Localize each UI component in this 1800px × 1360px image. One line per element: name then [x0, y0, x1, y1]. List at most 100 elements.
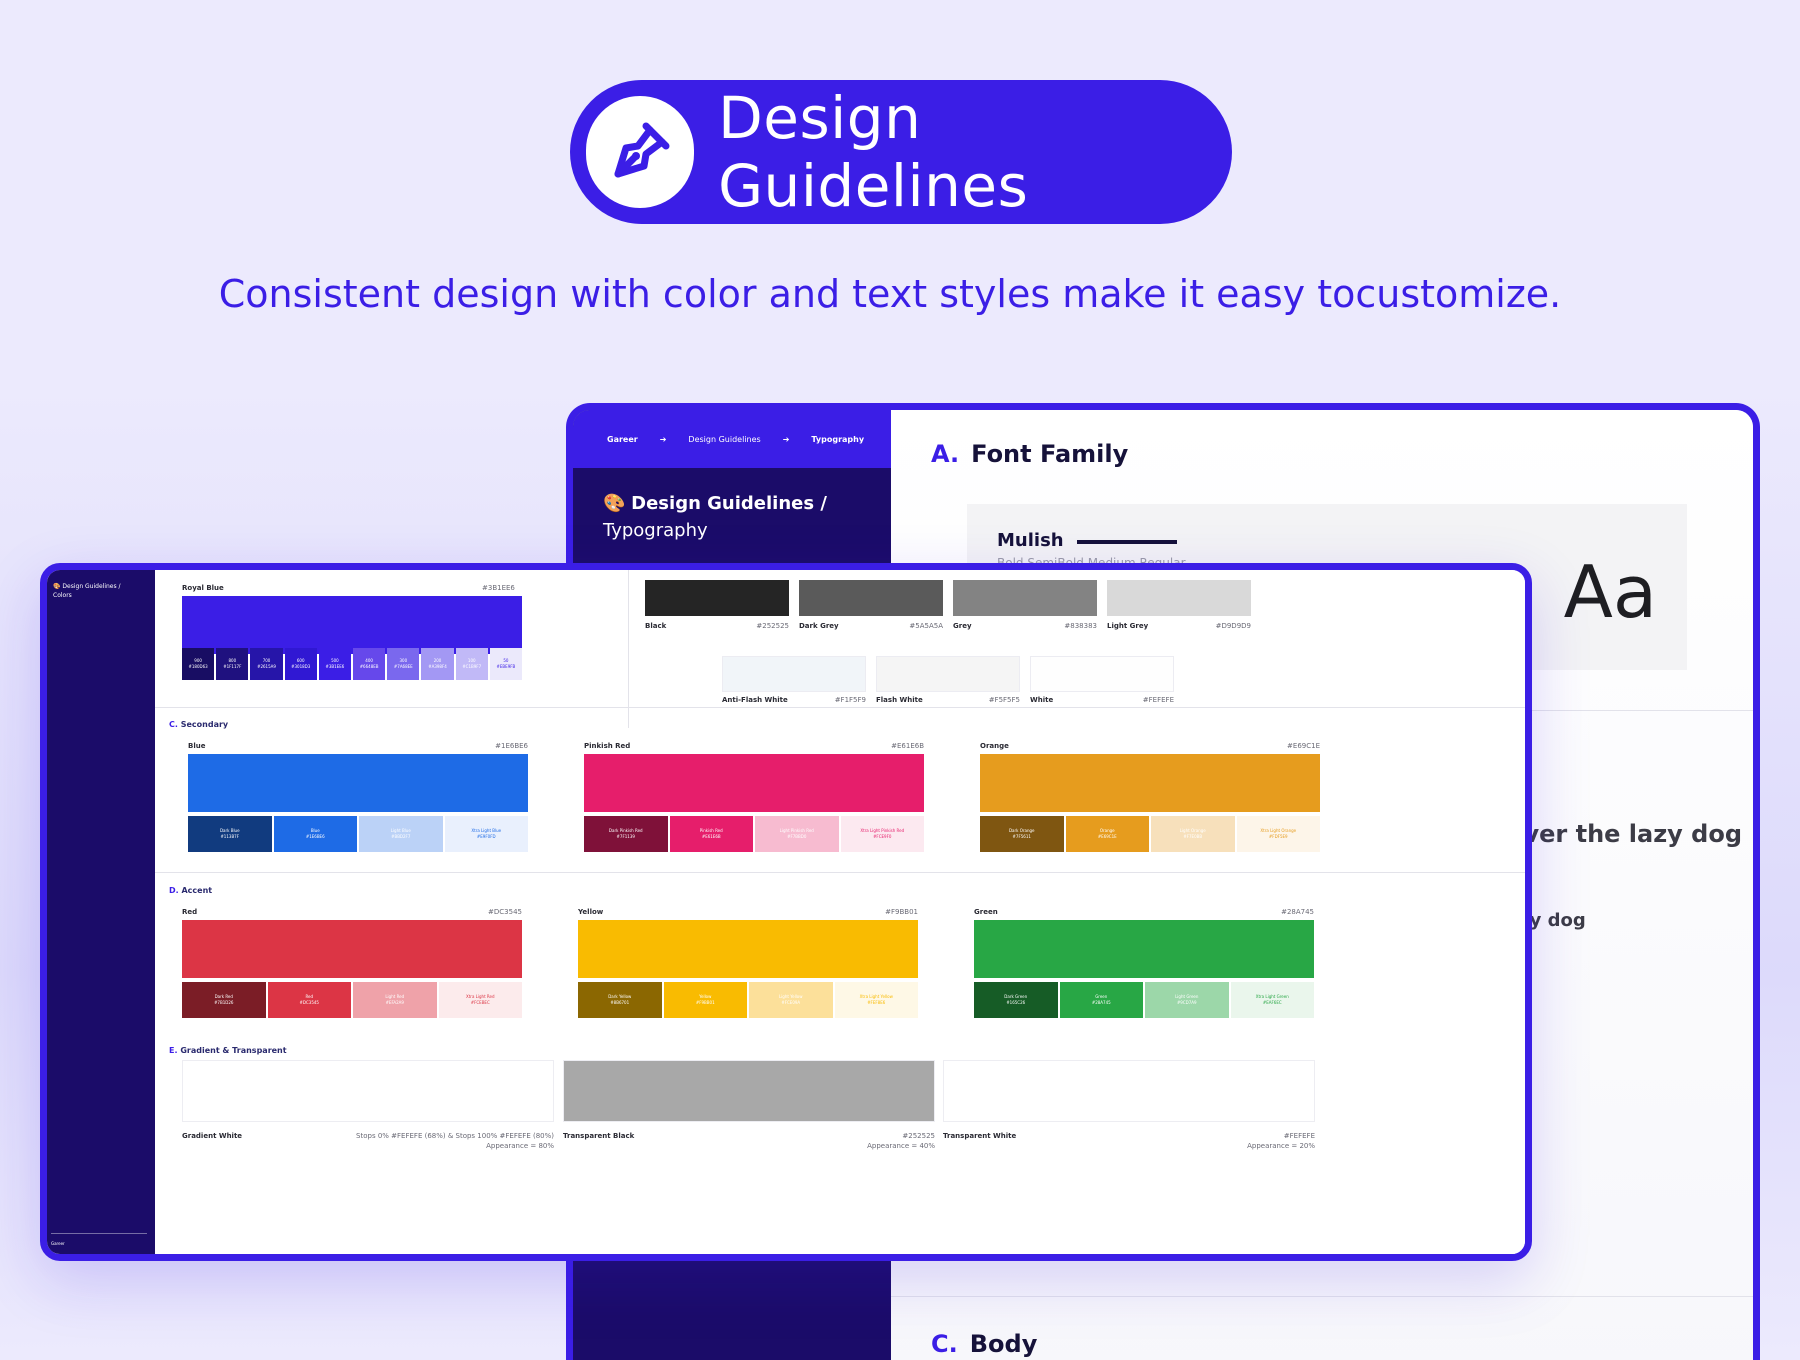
- swatch-name: Blue: [188, 742, 206, 750]
- color-swatch-white[interactable]: [1030, 656, 1174, 692]
- shade-swatch-800[interactable]: 800 #1F117F: [216, 648, 249, 680]
- color-swatch-orange[interactable]: [980, 754, 1320, 812]
- swatch-hex: #FEFEFE: [1142, 696, 1174, 704]
- shade-swatch-xtra-light-yellow[interactable]: Xtra Light Yellow #FEF8E6: [834, 982, 918, 1018]
- shade-swatch-700[interactable]: 700 #2615A9: [250, 648, 283, 680]
- shade-swatch-dark-red[interactable]: Dark Red #7B1D26: [182, 982, 266, 1018]
- shade-hex: #BBD2F7: [391, 834, 411, 839]
- shade-hex: #F9BB01: [695, 1000, 715, 1005]
- color-swatch-flash-white[interactable]: [876, 656, 1020, 692]
- section-letter: C.: [169, 720, 178, 729]
- color-swatch-dark-grey[interactable]: [799, 580, 943, 616]
- shade-swatch-xtra-light-green[interactable]: Xtra Light Green #EAF6EC: [1230, 982, 1314, 1018]
- shade-swatch-500[interactable]: 500 #3B1EE6: [318, 648, 352, 680]
- divider: [155, 872, 1525, 873]
- swatch-appearance: Appearance = 40%: [867, 1142, 935, 1150]
- color-swatch-transparent-black[interactable]: [563, 1060, 935, 1122]
- shade-swatch-dark-pinkish-red[interactable]: Dark Pinkish Red #7F1139: [584, 816, 668, 852]
- section-title: Font Family: [971, 440, 1129, 468]
- shade-swatch-xtra-light-blue[interactable]: Xtra Light Blue #E9F0FD: [444, 816, 528, 852]
- shade-swatch-dark-yellow[interactable]: Dark Yellow #8B6701: [578, 982, 662, 1018]
- swatch-name: Pinkish Red: [584, 742, 631, 750]
- breadcrumb-item[interactable]: Gareer: [607, 435, 638, 444]
- shade-swatch-600[interactable]: 600 #3018D3: [284, 648, 317, 680]
- swatch-detail: #252525: [902, 1132, 935, 1140]
- color-swatch-light-grey[interactable]: [1107, 580, 1251, 616]
- shade-swatch-green[interactable]: Green #28A745: [1059, 982, 1143, 1018]
- swatch-name: Flash White: [876, 696, 923, 704]
- color-swatch-red[interactable]: [182, 920, 522, 978]
- shade-hex: #FCE09A: [781, 1000, 801, 1005]
- swatch-hex: #F9BB01: [885, 908, 918, 916]
- palette-icon: 🎨: [603, 493, 626, 514]
- shade-hex: #C1B9F7: [462, 664, 482, 669]
- shade-swatch-dark-green[interactable]: Dark Green #165C26: [974, 982, 1058, 1018]
- shade-swatch-xtra-light-pinkish-red[interactable]: Xtra Light Pinkish Red #FCE9F0: [840, 816, 924, 852]
- shade-hex: #EBE9FB: [496, 664, 516, 669]
- sample-text: over the lazy dog: [1507, 820, 1743, 848]
- shade-swatch-dark-blue[interactable]: Dark Blue #113B7F: [188, 816, 272, 852]
- shade-swatch-xtra-light-orange[interactable]: Xtra Light Orange #FDF5E9: [1236, 816, 1320, 852]
- shade-swatch-300[interactable]: 300 #7A68EE: [387, 648, 420, 680]
- shade-swatch-200[interactable]: 200 #A398F4: [421, 648, 454, 680]
- shade-swatch-light-red[interactable]: Light Red #EFA2A9: [353, 982, 437, 1018]
- hero-subtitle: Consistent design with color and text st…: [218, 272, 1562, 316]
- shade-row: Dark Orange #7F5611 Orange #E69C1E Light Ora…: [980, 816, 1320, 852]
- swatch-hex: #F1F5F9: [834, 696, 866, 704]
- divider: [628, 570, 629, 728]
- shade-swatch-light-green[interactable]: Light Green #9CD7A9: [1145, 982, 1229, 1018]
- hero-badge: Design Guidelines: [570, 80, 1232, 224]
- color-swatch-transparent-white[interactable]: [943, 1060, 1315, 1122]
- arrow-right-icon: ➔: [782, 434, 790, 444]
- breadcrumb-item[interactable]: Design Guidelines: [688, 435, 760, 444]
- breadcrumb-item[interactable]: Typography: [811, 435, 864, 444]
- shade-swatch-xtra-light-red[interactable]: Xtra Light Red #FCEBEC: [438, 982, 522, 1018]
- swatch-hex: #28A745: [1281, 908, 1314, 916]
- shade-swatch-light-pinkish-red[interactable]: Light Pinkish Red #F7BBD0: [755, 816, 839, 852]
- swatch-hex: #5A5A5A: [909, 622, 943, 630]
- swatch-name: Grey: [953, 622, 972, 630]
- color-swatch-black[interactable]: [645, 580, 789, 616]
- swatch-hex: #252525: [756, 622, 789, 630]
- color-swatch-anti-flash-white[interactable]: [722, 656, 866, 692]
- divider-line: [1077, 540, 1177, 544]
- swatch-appearance: Appearance = 20%: [1247, 1142, 1315, 1150]
- color-swatch-yellow[interactable]: [578, 920, 918, 978]
- shade-swatch-pinkish-red[interactable]: Pinkish Red #E61E6B: [669, 816, 753, 852]
- section-letter: D.: [169, 886, 179, 895]
- color-swatch-pinkish-red[interactable]: [584, 754, 924, 812]
- shade-swatch-100[interactable]: 100 #C1B9F7: [455, 648, 488, 680]
- shade-hex: #F7BBD0: [787, 834, 807, 839]
- color-swatch-green[interactable]: [974, 920, 1314, 978]
- shade-hex: #E69C1E: [1097, 834, 1117, 839]
- color-swatch-blue[interactable]: [188, 754, 528, 812]
- shade-swatch-red[interactable]: Red #DC3545: [267, 982, 351, 1018]
- shade-swatch-50[interactable]: 50 #EBE9FB: [489, 648, 523, 680]
- shade-row: Dark Red #7B1D26 Red #DC3545 Light Red #EFA2A…: [182, 982, 522, 1018]
- shade-hex: #FEF8E6: [867, 1000, 886, 1005]
- shade-swatch-orange[interactable]: Orange #E69C1E: [1065, 816, 1149, 852]
- color-swatch-royal-blue[interactable]: [182, 596, 522, 654]
- sidebar-title-strong: Design Guidelines /: [62, 583, 121, 590]
- shade-hex: #3B1EE6: [325, 664, 345, 669]
- shade-swatch-dark-orange[interactable]: Dark Orange #7F5611: [980, 816, 1064, 852]
- shade-swatch-400[interactable]: 400 #6648EB: [353, 648, 386, 680]
- color-swatch-gradient-white[interactable]: [182, 1060, 554, 1122]
- shade-hex: #7A68EE: [393, 664, 413, 669]
- shade-swatch-light-orange[interactable]: Light Orange #F7E0BB: [1151, 816, 1235, 852]
- shade-swatch-blue[interactable]: Blue #1E6BE6: [273, 816, 357, 852]
- shade-swatch-light-yellow[interactable]: Light Yellow #FCE09A: [749, 982, 833, 1018]
- swatch-hex: #F5F5F5: [988, 696, 1020, 704]
- shade-swatch-yellow[interactable]: Yellow #F9BB01: [663, 982, 747, 1018]
- shade-hex: #2615A9: [257, 664, 276, 669]
- swatch-name: Yellow: [578, 908, 604, 916]
- shade-hex: #8B6701: [610, 1000, 630, 1005]
- section-title: Gradient & Transparent: [180, 1046, 287, 1055]
- section-title: Accent: [181, 886, 213, 895]
- shade-swatch-900[interactable]: 900 #180D63: [182, 648, 215, 680]
- shade-swatch-light-blue[interactable]: Light Blue #BBD2F7: [359, 816, 443, 852]
- color-swatch-grey[interactable]: [953, 580, 1097, 616]
- sidebar-title-rest: Colors: [53, 592, 72, 599]
- divider: [891, 1296, 1753, 1297]
- swatch-hex: #DC3545: [488, 908, 522, 916]
